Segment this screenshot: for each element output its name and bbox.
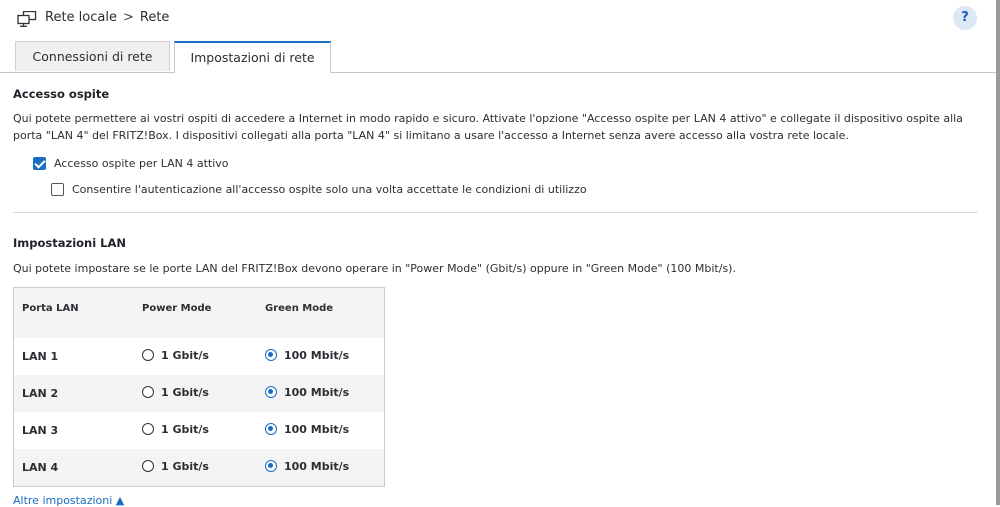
power-mode-label: 1 Gbit/s <box>161 348 209 362</box>
radio-selected-icon[interactable] <box>265 423 277 436</box>
guest-description: Qui potete permettere ai vostri ospiti d… <box>13 112 963 142</box>
table-header-row: Porta LAN Power Mode Green Mode <box>13 287 385 338</box>
radio-selected-icon[interactable] <box>265 460 277 473</box>
green-mode-label: 100 Mbit/s <box>284 385 350 399</box>
tab-bar: Connessioni di rete Impostazioni di rete <box>0 41 996 73</box>
breadcrumb: Rete locale > Rete <box>45 8 169 28</box>
tab-impostazioni-di-rete[interactable]: Impostazioni di rete <box>174 41 331 73</box>
table-row: LAN 3 1 Gbit/s 100 Mbit/s <box>13 412 385 449</box>
power-mode-radio[interactable]: 1 Gbit/s <box>142 349 209 362</box>
green-mode-label: 100 Mbit/s <box>284 348 350 362</box>
network-icon <box>17 11 37 27</box>
lan-description: Qui potete impostare se le porte LAN del… <box>13 262 736 275</box>
guest-auth-checkbox-row[interactable]: Consentire l'autenticazione all'accesso … <box>51 181 587 197</box>
lan-port-name: LAN 4 <box>13 449 134 487</box>
lan-port-name: LAN 3 <box>13 412 134 449</box>
green-mode-radio[interactable]: 100 Mbit/s <box>265 386 349 399</box>
guest-auth-checkbox[interactable] <box>51 182 64 196</box>
power-mode-label: 1 Gbit/s <box>161 459 209 473</box>
breadcrumb-separator: > <box>122 10 134 25</box>
power-mode-radio[interactable]: 1 Gbit/s <box>142 460 209 473</box>
section-divider <box>13 212 978 213</box>
table-row: LAN 2 1 Gbit/s 100 Mbit/s <box>13 375 385 412</box>
column-header-green: Green Mode <box>257 287 385 338</box>
guest-section-title: Accesso ospite <box>13 87 110 101</box>
power-mode-radio[interactable]: 1 Gbit/s <box>142 423 209 436</box>
breadcrumb-current: Rete <box>139 10 170 25</box>
lan-port-name: LAN 2 <box>13 375 134 412</box>
green-mode-radio[interactable]: 100 Mbit/s <box>265 423 349 436</box>
radio-unselected-icon[interactable] <box>142 423 154 436</box>
breadcrumb-parent[interactable]: Rete locale <box>45 10 117 25</box>
more-settings-link[interactable]: Altre impostazioni ▲ <box>13 494 124 507</box>
lan-ports-table: Porta LAN Power Mode Green Mode LAN 1 1 … <box>13 287 385 487</box>
column-header-port: Porta LAN <box>13 287 134 338</box>
lan-section-title: Impostazioni LAN <box>13 236 127 250</box>
power-mode-radio[interactable]: 1 Gbit/s <box>142 386 209 399</box>
lan-port-name: LAN 1 <box>13 338 134 375</box>
guest-auth-label: Consentire l'autenticazione all'accesso … <box>72 182 587 196</box>
green-mode-radio[interactable]: 100 Mbit/s <box>265 460 349 473</box>
tab-connessioni-di-rete[interactable]: Connessioni di rete <box>15 41 170 71</box>
green-mode-label: 100 Mbit/s <box>284 422 350 436</box>
radio-selected-icon[interactable] <box>265 386 277 399</box>
column-header-power: Power Mode <box>134 287 257 338</box>
table-row: LAN 4 1 Gbit/s 100 Mbit/s <box>13 449 385 487</box>
power-mode-label: 1 Gbit/s <box>161 385 209 399</box>
guest-access-checkbox[interactable] <box>33 156 46 170</box>
green-mode-label: 100 Mbit/s <box>284 459 350 473</box>
guest-access-label: Accesso ospite per LAN 4 attivo <box>54 156 229 170</box>
guest-access-checkbox-row[interactable]: Accesso ospite per LAN 4 attivo <box>33 155 229 171</box>
help-button[interactable]: ? <box>953 6 977 30</box>
green-mode-radio[interactable]: 100 Mbit/s <box>265 349 349 362</box>
scrollbar[interactable] <box>996 0 1000 505</box>
radio-unselected-icon[interactable] <box>142 460 154 473</box>
table-row: LAN 1 1 Gbit/s 100 Mbit/s <box>13 338 385 375</box>
radio-unselected-icon[interactable] <box>142 386 154 399</box>
radio-unselected-icon[interactable] <box>142 349 154 362</box>
header-bar: Rete locale > Rete ? <box>0 0 996 40</box>
radio-selected-icon[interactable] <box>265 349 277 362</box>
power-mode-label: 1 Gbit/s <box>161 422 209 436</box>
